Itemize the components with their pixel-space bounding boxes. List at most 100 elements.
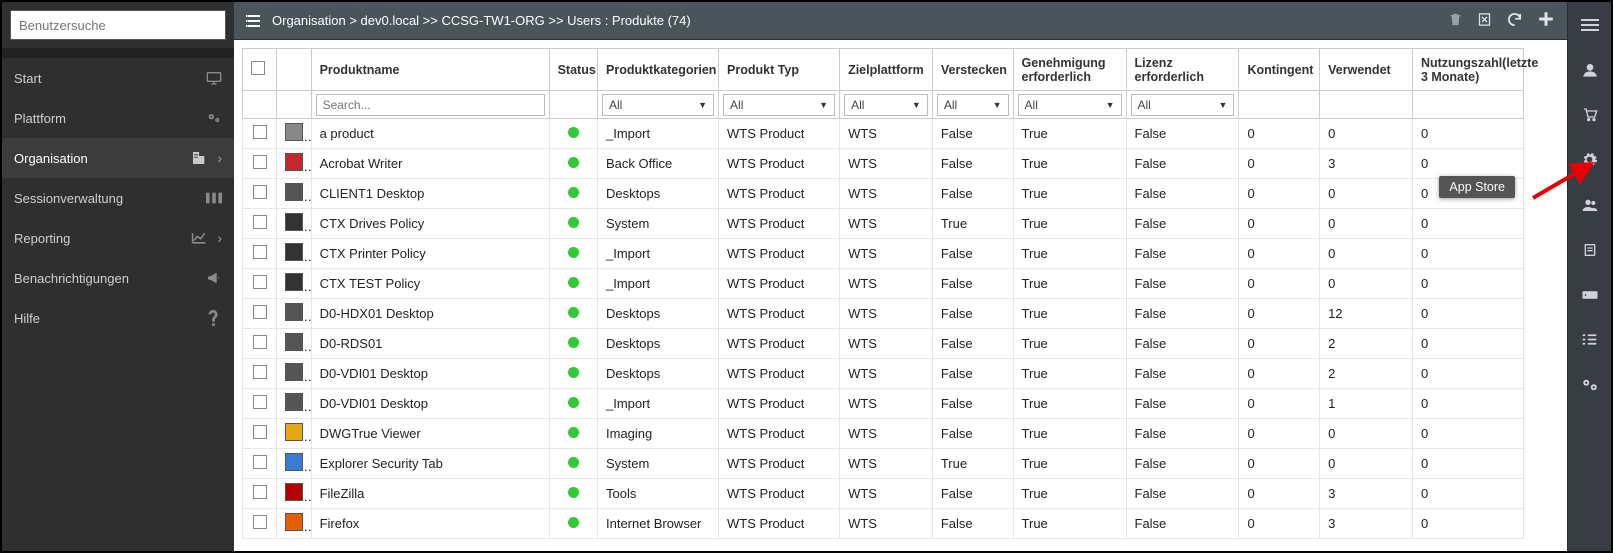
cell-hidden: False (932, 389, 1013, 419)
table-row[interactable]: FileZillaToolsWTS ProductWTSFalseTrueFal… (243, 479, 1524, 509)
col-hidden[interactable]: Verstecken (932, 49, 1013, 91)
add-icon[interactable] (1537, 10, 1555, 31)
row-checkbox[interactable] (253, 425, 267, 439)
col-platform[interactable]: Zielplattform (840, 49, 933, 91)
cell-category: System (598, 209, 719, 239)
filter-license[interactable]: All▼ (1131, 94, 1235, 116)
cell-license: False (1126, 389, 1239, 419)
sidebar-item-reporting[interactable]: Reporting› (2, 218, 234, 258)
row-checkbox[interactable] (253, 485, 267, 499)
filter-search-input[interactable] (316, 94, 545, 116)
table-row[interactable]: D0-RDS01DesktopsWTS ProductWTSFalseTrueF… (243, 329, 1524, 359)
filter-category[interactable]: All▼ (602, 94, 714, 116)
rail-users-icon[interactable] (1568, 182, 1611, 227)
select-all-checkbox[interactable] (251, 61, 265, 75)
rail-gears-icon[interactable] (1568, 362, 1611, 407)
row-checkbox[interactable] (253, 455, 267, 469)
cell-platform: WTS (840, 359, 933, 389)
cell-type: WTS Product (719, 119, 840, 149)
row-checkbox[interactable] (253, 515, 267, 529)
rail-cart-icon[interactable] (1568, 92, 1611, 137)
cell-approval: True (1013, 329, 1126, 359)
table-header-row: Produktname Status Produktkategorien Pro… (243, 49, 1524, 91)
rail-server-icon[interactable] (1568, 272, 1611, 317)
cell-license: False (1126, 449, 1239, 479)
cell-usage: 0 (1412, 389, 1523, 419)
filter-approval[interactable]: All▼ (1018, 94, 1122, 116)
table-row[interactable]: DWGTrue ViewerImagingWTS ProductWTSFalse… (243, 419, 1524, 449)
table-row[interactable]: CTX Drives PolicySystemWTS ProductWTSTru… (243, 209, 1524, 239)
cell-used: 0 (1320, 179, 1413, 209)
row-checkbox[interactable] (253, 365, 267, 379)
row-checkbox[interactable] (253, 335, 267, 349)
cell-platform: WTS (840, 389, 933, 419)
rail-tasks-icon[interactable] (1568, 317, 1611, 362)
col-used[interactable]: Verwendet (1320, 49, 1413, 91)
table-row[interactable]: Explorer Security TabSystemWTS ProductWT… (243, 449, 1524, 479)
table-row[interactable]: CTX Printer Policy_ImportWTS ProductWTSF… (243, 239, 1524, 269)
cell-used: 3 (1320, 149, 1413, 179)
sidebar-item-plattform[interactable]: Plattform (2, 98, 234, 138)
chart-icon (191, 231, 207, 245)
cell-category: Desktops (598, 299, 719, 329)
cell-usage: 0 (1412, 329, 1523, 359)
cell-hidden: False (932, 299, 1013, 329)
col-name[interactable]: Produktname (311, 49, 549, 91)
row-checkbox[interactable] (253, 215, 267, 229)
cell-name: CLIENT1 Desktop (311, 179, 549, 209)
row-checkbox[interactable] (253, 155, 267, 169)
filter-type[interactable]: All▼ (723, 94, 835, 116)
sidebar-item-label: Plattform (14, 111, 66, 126)
trash-icon[interactable] (1448, 12, 1463, 30)
table-row[interactable]: FirefoxInternet BrowserWTS ProductWTSFal… (243, 509, 1524, 539)
rail-user-icon[interactable] (1568, 47, 1611, 92)
cell-used: 12 (1320, 299, 1413, 329)
cell-approval: True (1013, 359, 1126, 389)
sidebar-item-organisation[interactable]: Organisation› (2, 138, 234, 178)
filter-platform[interactable]: All▼ (844, 94, 928, 116)
table-row[interactable]: a product_ImportWTS ProductWTSFalseTrueF… (243, 119, 1524, 149)
row-checkbox[interactable] (253, 395, 267, 409)
export-icon[interactable] (1477, 12, 1492, 30)
sidebar-item-sessionverwaltung[interactable]: Sessionverwaltung (2, 178, 234, 218)
row-checkbox[interactable] (253, 275, 267, 289)
filter-hidden[interactable]: All▼ (937, 94, 1009, 116)
table-row[interactable]: Acrobat WriterBack OfficeWTS ProductWTSF… (243, 149, 1524, 179)
rail-book-icon[interactable] (1568, 227, 1611, 272)
user-search-input[interactable] (10, 10, 226, 40)
cell-type: WTS Product (719, 419, 840, 449)
sidebar-item-start[interactable]: Start (2, 58, 234, 98)
cell-platform: WTS (840, 419, 933, 449)
cell-hidden: False (932, 119, 1013, 149)
cell-platform: WTS (840, 149, 933, 179)
col-approval[interactable]: Genehmigung erforderlich (1013, 49, 1126, 91)
cell-category: Desktops (598, 179, 719, 209)
table-row[interactable]: D0-VDI01 DesktopDesktopsWTS ProductWTSFa… (243, 359, 1524, 389)
cell-name: D0-VDI01 Desktop (311, 359, 549, 389)
col-category[interactable]: Produktkategorien (598, 49, 719, 91)
refresh-icon[interactable] (1506, 11, 1523, 31)
col-quota[interactable]: Kontingent (1239, 49, 1320, 91)
table-row[interactable]: D0-VDI01 Desktop_ImportWTS ProductWTSFal… (243, 389, 1524, 419)
row-checkbox[interactable] (253, 125, 267, 139)
table-row[interactable]: D0-HDX01 DesktopDesktopsWTS ProductWTSFa… (243, 299, 1524, 329)
sidebar-item-hilfe[interactable]: Hilfe (2, 298, 234, 338)
rail-settings-icon[interactable] (1568, 137, 1611, 182)
row-checkbox[interactable] (253, 305, 267, 319)
app-icon (285, 483, 303, 501)
col-license[interactable]: Lizenz erforderlich (1126, 49, 1239, 91)
col-usage[interactable]: Nutzungszahl(letzte 3 Monate) (1412, 49, 1523, 91)
app-icon (285, 123, 303, 141)
cell-approval: True (1013, 479, 1126, 509)
table-row[interactable]: CTX TEST Policy_ImportWTS ProductWTSFals… (243, 269, 1524, 299)
sidebar-item-benachrichtigungen[interactable]: Benachrichtigungen (2, 258, 234, 298)
rail-list-icon[interactable] (1568, 2, 1611, 47)
cell-name: D0-HDX01 Desktop (311, 299, 549, 329)
col-type[interactable]: Produkt Typ (719, 49, 840, 91)
col-status[interactable]: Status (549, 49, 597, 91)
row-checkbox[interactable] (253, 245, 267, 259)
table-row[interactable]: CLIENT1 DesktopDesktopsWTS ProductWTSFal… (243, 179, 1524, 209)
row-checkbox[interactable] (253, 185, 267, 199)
cell-platform: WTS (840, 299, 933, 329)
cell-platform: WTS (840, 119, 933, 149)
